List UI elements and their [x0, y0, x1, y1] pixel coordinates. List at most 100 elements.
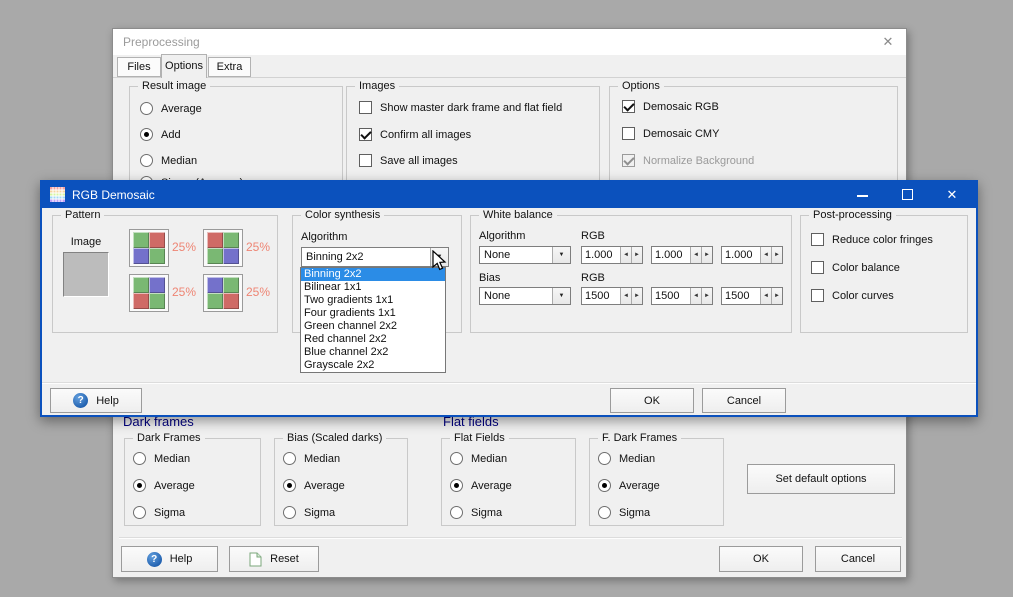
radio-average[interactable]: Average [598, 478, 660, 493]
cancel-button[interactable]: Cancel [702, 388, 786, 413]
radio-sigma[interactable]: Sigma [450, 505, 502, 520]
spin-left-icon[interactable]: ◄ [620, 288, 631, 304]
dropdown-item[interactable]: Blue channel 2x2 [301, 346, 445, 359]
spinner-value[interactable]: 1500 [652, 290, 690, 302]
checkbox-confirm-all[interactable]: Confirm all images [359, 127, 471, 142]
spin-right-icon[interactable]: ► [771, 288, 782, 304]
checkbox-demosaic-cmy[interactable]: Demosaic CMY [622, 126, 719, 141]
dropdown-item[interactable]: Bilinear 1x1 [301, 281, 445, 294]
ok-button[interactable]: OK [610, 388, 694, 413]
dropdown-item[interactable]: Red channel 2x2 [301, 333, 445, 346]
tab-files[interactable]: Files [117, 57, 161, 77]
checkbox-color-curves[interactable]: Color curves [811, 288, 894, 303]
spin-right-icon[interactable]: ► [701, 247, 712, 263]
spin-left-icon[interactable]: ◄ [760, 247, 771, 263]
spinner-value[interactable]: 1500 [722, 290, 760, 302]
help-icon: ? [73, 393, 89, 408]
tab-extra[interactable]: Extra [208, 57, 251, 77]
dropdown-item[interactable]: Grayscale 2x2 [301, 359, 445, 372]
group-title: Flat Fields [450, 432, 509, 445]
pattern-button-grbg[interactable] [129, 229, 169, 267]
bias-blue-spinner[interactable]: 1500 ◄ ► [721, 287, 783, 305]
radio-icon [133, 506, 146, 519]
bias-combobox[interactable]: None ▼ [479, 287, 571, 305]
set-default-options-button[interactable]: Set default options [747, 464, 895, 494]
spinner-value[interactable]: 1.000 [722, 249, 760, 261]
group-title: White balance [479, 209, 557, 222]
radio-add[interactable]: Add [140, 127, 181, 142]
bias-green-spinner[interactable]: 1500 ◄ ► [651, 287, 713, 305]
radio-average[interactable]: Average [133, 478, 195, 493]
dropdown-item[interactable]: Binning 2x2 [301, 268, 445, 281]
radio-sigma[interactable]: Sigma [133, 505, 185, 520]
spin-right-icon[interactable]: ► [701, 288, 712, 304]
spin-left-icon[interactable]: ◄ [690, 288, 701, 304]
checkbox-demosaic-rgb[interactable]: Demosaic RGB [622, 99, 719, 114]
radio-label: Add [161, 128, 181, 141]
radio-median[interactable]: Median [283, 451, 340, 466]
spinner-value[interactable]: 1.000 [582, 249, 620, 261]
checkbox-icon [359, 154, 372, 167]
bias-red-spinner[interactable]: 1500 ◄ ► [581, 287, 643, 305]
preprocessing-titlebar[interactable]: Preprocessing ✕ [113, 29, 906, 55]
radio-average[interactable]: Average [140, 101, 202, 116]
spin-right-icon[interactable]: ► [771, 247, 782, 263]
wb-algorithm-combobox[interactable]: None ▼ [479, 246, 571, 264]
help-button[interactable]: ? Help [50, 388, 142, 413]
checkbox-reduce-color-fringes[interactable]: Reduce color fringes [811, 232, 933, 247]
dropdown-item[interactable]: Green channel 2x2 [301, 320, 445, 333]
spin-right-icon[interactable]: ► [631, 247, 642, 263]
reset-label: Reset [270, 553, 299, 565]
checkbox-icon [811, 233, 824, 246]
radio-sigma[interactable]: Sigma [598, 505, 650, 520]
dropdown-item[interactable]: Two gradients 1x1 [301, 294, 445, 307]
checkbox-color-balance[interactable]: Color balance [811, 260, 900, 275]
checkbox-label: Color curves [832, 289, 894, 302]
wb-blue-spinner[interactable]: 1.000 ◄ ► [721, 246, 783, 264]
radio-average[interactable]: Average [283, 478, 345, 493]
spin-left-icon[interactable]: ◄ [760, 288, 771, 304]
minimize-icon[interactable] [857, 195, 868, 197]
spin-right-icon[interactable]: ► [631, 288, 642, 304]
algorithm-combobox[interactable]: Binning 2x2 ▼ [301, 247, 449, 267]
spin-left-icon[interactable]: ◄ [690, 247, 701, 263]
pattern-button-rggb[interactable] [203, 229, 243, 267]
spin-left-icon[interactable]: ◄ [620, 247, 631, 263]
maximize-icon[interactable] [902, 189, 913, 200]
tab-options[interactable]: Options [161, 54, 207, 78]
radio-label: Sigma [304, 506, 336, 519]
group-white-balance: White balance Algorithm None ▼ RGB 1.000… [470, 209, 792, 333]
wb-red-spinner[interactable]: 1.000 ◄ ► [581, 246, 643, 264]
dropdown-item[interactable]: Four gradients 1x1 [301, 307, 445, 320]
radio-median[interactable]: Median [598, 451, 655, 466]
cancel-button[interactable]: Cancel [815, 546, 901, 572]
close-icon[interactable]: ✕ [943, 182, 961, 208]
spinner-value[interactable]: 1500 [582, 290, 620, 302]
radio-sigma[interactable]: Sigma [283, 505, 335, 520]
pattern-button-gbrg[interactable] [129, 274, 169, 312]
reset-button[interactable]: Reset [229, 546, 319, 572]
rgb-demosaic-dialog: RGB Demosaic ✕ Pattern Image 25% 25% 25%… [40, 180, 978, 417]
spinner-value[interactable]: 1.000 [652, 249, 690, 261]
pattern-button-bggr[interactable] [203, 274, 243, 312]
close-icon[interactable]: ✕ [880, 29, 896, 55]
checkbox-icon [622, 100, 635, 113]
radio-median[interactable]: Median [450, 451, 507, 466]
radio-average[interactable]: Average [450, 478, 512, 493]
radio-label: Median [154, 452, 191, 465]
radio-median[interactable]: Median [140, 153, 197, 168]
radio-icon [140, 154, 153, 167]
ok-button[interactable]: OK [719, 546, 803, 572]
help-button[interactable]: ? Help [121, 546, 218, 572]
checkbox-show-master[interactable]: Show master dark frame and flat field [359, 100, 562, 115]
checkbox-save-all[interactable]: Save all images [359, 153, 458, 168]
wb-algorithm-label: Algorithm [479, 230, 526, 242]
checkbox-label: Normalize Background [643, 154, 755, 167]
wb-green-spinner[interactable]: 1.000 ◄ ► [651, 246, 713, 264]
rgb-demosaic-titlebar[interactable]: RGB Demosaic ✕ [42, 182, 976, 208]
bias-label: Bias [479, 272, 501, 284]
chevron-down-icon[interactable]: ▼ [552, 288, 570, 304]
radio-median[interactable]: Median [133, 451, 190, 466]
chevron-down-icon[interactable]: ▼ [552, 247, 570, 263]
group-title: F. Dark Frames [598, 432, 682, 445]
